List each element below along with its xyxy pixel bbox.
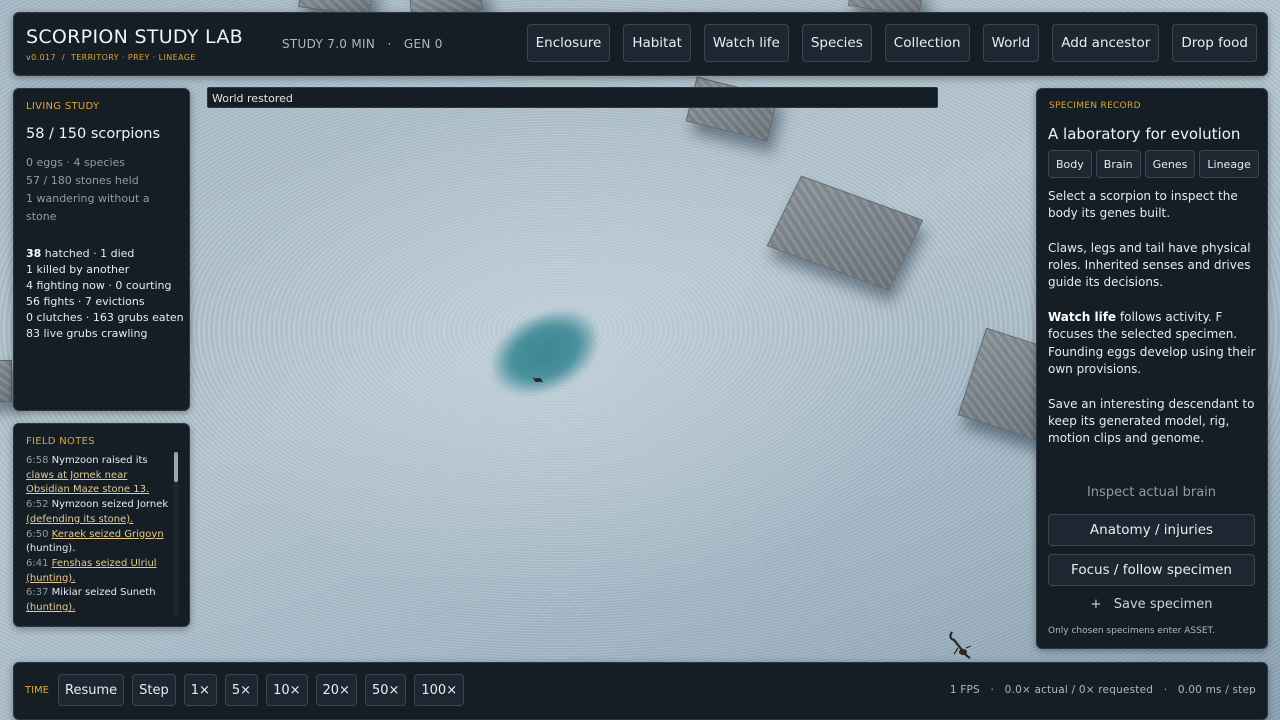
record-tabs: Body Brain Genes Lineage bbox=[1048, 150, 1259, 178]
note-time: 6:52 bbox=[26, 499, 49, 511]
drop-food-button[interactable]: Drop food bbox=[1172, 24, 1257, 62]
specimen-record-panel: SPECIMEN RECORD A laboratory for evoluti… bbox=[1036, 88, 1268, 649]
paragraph: Select a scorpion to inspect the body it… bbox=[1048, 189, 1238, 221]
speed-1x-button[interactable]: 1× bbox=[183, 674, 217, 706]
scrollbar-thumb[interactable] bbox=[174, 452, 178, 482]
speed-20x-button[interactable]: 20× bbox=[315, 674, 357, 706]
scorpion-icon[interactable] bbox=[532, 376, 544, 384]
world-button[interactable]: World bbox=[982, 24, 1040, 62]
time-controls: Resume Step 1× 5× 10× 20× 50× 100× bbox=[58, 674, 465, 706]
add-ancestor-button[interactable]: Add ancestor bbox=[1052, 24, 1160, 62]
note-time: 6:50 bbox=[26, 528, 49, 540]
step-button[interactable]: Step bbox=[132, 674, 176, 706]
tab-genes[interactable]: Genes bbox=[1144, 150, 1196, 178]
record-title: A laboratory for evolution bbox=[1048, 125, 1241, 143]
save-note: Only chosen specimens enter ASSET. bbox=[1048, 626, 1215, 636]
panel-title: SPECIMEN RECORD bbox=[1049, 101, 1141, 111]
top-bar: SCORPION STUDY LAB v0.017 / TERRITORY · … bbox=[13, 12, 1268, 76]
speed-5x-button[interactable]: 5× bbox=[224, 674, 259, 706]
study-stats: STUDY 7.0 MIN · GEN 0 bbox=[282, 37, 443, 51]
app-title: SCORPION STUDY LAB bbox=[26, 26, 244, 48]
habitat-button[interactable]: Habitat bbox=[623, 24, 691, 62]
notes-scrollbar[interactable] bbox=[174, 452, 178, 616]
note-time: 6:37 bbox=[26, 587, 49, 599]
note-text: Nymzoon raised its bbox=[51, 455, 148, 466]
note-link[interactable]: Keraek seized Grigoyn bbox=[52, 529, 164, 540]
list-item: 6:52 Nymzoon seized Jornek (defending it… bbox=[26, 498, 171, 527]
list-item: 6:37 Mikiar seized Suneth (hunting). bbox=[26, 586, 171, 614]
hatched-line: 38 hatched · 1 died bbox=[26, 246, 186, 262]
clutches-line: 0 clutches · 163 grubs eaten bbox=[26, 311, 184, 324]
main-nav: Enclosure Habitat Watch life Species Col… bbox=[526, 24, 1257, 62]
performance-stats: 1 FPS · 0.0× actual / 0× requested · 0.0… bbox=[949, 684, 1256, 696]
time-label: TIME bbox=[25, 685, 50, 696]
stone[interactable] bbox=[766, 175, 924, 291]
list-item: 6:58 Nymzoon raised its claws at Jornek … bbox=[26, 454, 171, 498]
save-specimen-button[interactable]: + Save specimen bbox=[1048, 597, 1255, 612]
speed-10x-button[interactable]: 10× bbox=[266, 674, 308, 706]
speed-50x-button[interactable]: 50× bbox=[364, 674, 407, 706]
note-time: 6:41 bbox=[26, 557, 49, 569]
hatched-count: 38 bbox=[26, 247, 42, 260]
scorpion-icon[interactable] bbox=[946, 628, 974, 662]
stone[interactable] bbox=[0, 360, 12, 402]
note-text: Mikiar seized Suneth bbox=[51, 587, 156, 599]
field-notes-panel: FIELD NOTES 6:58 Nymzoon raised its claw… bbox=[13, 423, 190, 627]
grubs-line: 83 live grubs crawling bbox=[26, 327, 148, 340]
water-pool bbox=[487, 297, 603, 408]
tab-brain[interactable]: Brain bbox=[1095, 150, 1141, 178]
panel-title: FIELD NOTES bbox=[26, 436, 95, 447]
note-link[interactable]: (defending its stone). bbox=[26, 514, 133, 525]
paragraph: Save an interesting descendant to keep i… bbox=[1048, 396, 1255, 446]
note-link[interactable]: (hunting). bbox=[26, 602, 75, 613]
list-item: 6:50 Keraek seized Grigoyn (hunting). bbox=[26, 528, 171, 557]
resume-button[interactable]: Resume bbox=[58, 674, 125, 706]
focus-follow-button[interactable]: Focus / follow specimen bbox=[1048, 554, 1255, 586]
status-toast: World restored bbox=[207, 87, 938, 108]
watch-life-hint: Watch life bbox=[1048, 310, 1117, 325]
fighting-line: 4 fighting now · 0 courting bbox=[26, 279, 172, 292]
note-link[interactable]: claws at Jornek near Obsidian Maze stone… bbox=[26, 470, 149, 496]
eggs-species: 0 eggs · 4 species bbox=[26, 156, 126, 169]
anatomy-button[interactable]: Anatomy / injuries bbox=[1048, 514, 1255, 546]
paragraph: Watch life follows activity. F focuses t… bbox=[1048, 309, 1260, 378]
paragraph: Claws, legs and tail have physical roles… bbox=[1048, 240, 1251, 290]
enclosure-button[interactable]: Enclosure bbox=[526, 24, 611, 62]
note-text: Nymzoon seized Jornek bbox=[51, 499, 169, 511]
time-bar: TIME Resume Step 1× 5× 10× 20× 50× 100× … bbox=[13, 662, 1268, 720]
list-item: 6:41 Fenshas seized Ulriul (hunting). bbox=[26, 557, 171, 586]
note-time: 6:58 bbox=[26, 455, 49, 466]
app-subtitle: v0.017 / TERRITORY · PREY · LINEAGE bbox=[26, 53, 196, 62]
fights-line: 56 fights · 7 evictions bbox=[26, 295, 145, 308]
tab-body[interactable]: Body bbox=[1048, 150, 1092, 178]
inspect-brain-button[interactable]: Inspect actual brain bbox=[1048, 485, 1255, 500]
killed-line: 1 killed by another bbox=[26, 263, 130, 276]
species-button[interactable]: Species bbox=[801, 24, 872, 62]
panel-title: LIVING STUDY bbox=[26, 101, 100, 112]
tab-lineage[interactable]: Lineage bbox=[1199, 150, 1259, 178]
record-description: Select a scorpion to inspect the body it… bbox=[1048, 188, 1260, 465]
hatched-rest: hatched · 1 died bbox=[41, 247, 135, 260]
note-text: (hunting). bbox=[26, 543, 76, 555]
scorpion-count: 58 / 150 scorpions bbox=[26, 126, 161, 142]
event-stats: 38 hatched · 1 died 1 killed by another … bbox=[26, 246, 186, 342]
population-summary: 0 eggs · 4 species 57 / 180 stones held … bbox=[26, 154, 181, 226]
speed-100x-button[interactable]: 100× bbox=[414, 674, 465, 706]
stones-held: 57 / 180 stones held bbox=[26, 174, 139, 187]
living-study-panel: LIVING STUDY 58 / 150 scorpions 0 eggs ·… bbox=[13, 88, 190, 411]
watch-life-button[interactable]: Watch life bbox=[703, 24, 789, 62]
field-notes-list[interactable]: 6:58 Nymzoon raised its claws at Jornek … bbox=[26, 454, 171, 614]
collection-button[interactable]: Collection bbox=[884, 24, 970, 62]
wandering: 1 wandering without a stone bbox=[26, 192, 150, 223]
